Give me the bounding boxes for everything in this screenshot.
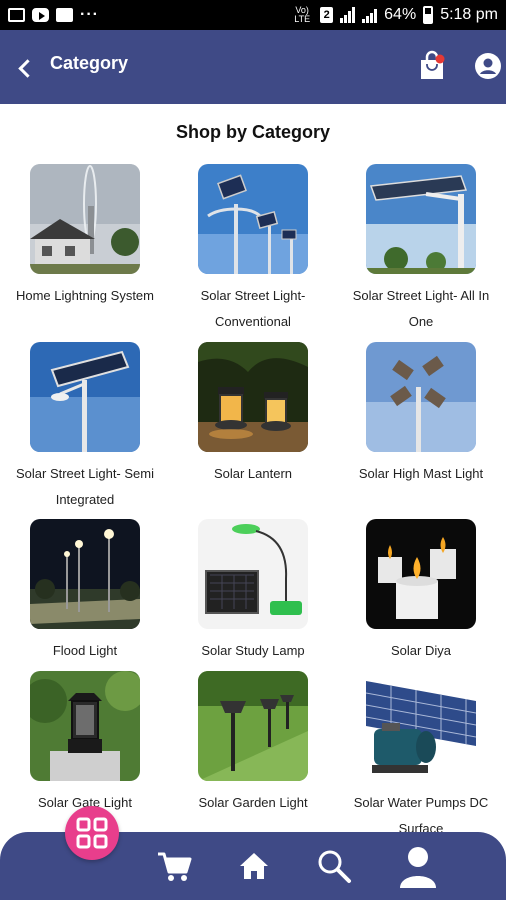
- category-tile-street-light-semi-integrated[interactable]: Solar Street Light- Semi Integrated: [1, 342, 169, 513]
- all-in-one-street-light-icon: [366, 164, 476, 274]
- account-icon[interactable]: [396, 844, 440, 890]
- category-tile-home-lightning[interactable]: Home Lightning System: [1, 164, 169, 309]
- category-tile-high-mast-light[interactable]: Solar High Mast Light: [337, 342, 505, 487]
- category-tile-water-pumps[interactable]: Solar Water Pumps DC Surface: [337, 671, 505, 842]
- lightning-rod-house-icon: [30, 164, 140, 274]
- gate-light-icon: [30, 671, 140, 781]
- flood-light-icon: [30, 519, 140, 629]
- category-tile-solar-diya[interactable]: Solar Diya: [337, 519, 505, 664]
- status-bar: ··· Vo) LTE 2 64% 5:18 pm: [0, 0, 506, 30]
- category-tile-street-light-all-in-one[interactable]: Solar Street Light- All In One: [337, 164, 505, 335]
- category-tile-solar-lantern[interactable]: Solar Lantern: [169, 342, 337, 487]
- clock: 5:18 pm: [440, 6, 498, 23]
- garden-light-icon: [198, 671, 308, 781]
- signal-icon-2: [362, 7, 378, 23]
- study-lamp-icon: [198, 519, 308, 629]
- page-title: Category: [50, 53, 129, 73]
- gallery-icon: [8, 8, 25, 22]
- home-icon[interactable]: [234, 846, 274, 886]
- network-label: Vo) LTE: [294, 5, 311, 24]
- battery-percent: 64%: [384, 6, 417, 23]
- water-pump-icon: [366, 671, 476, 781]
- solar-lantern-icon: [198, 342, 308, 452]
- category-label: Solar Lantern: [213, 466, 293, 481]
- search-icon[interactable]: [314, 846, 354, 886]
- section-title: Shop by Category: [175, 122, 331, 142]
- category-tile-study-lamp[interactable]: Solar Study Lamp: [169, 519, 337, 664]
- solar-diya-icon: [366, 519, 476, 629]
- grid-menu-icon: [76, 817, 108, 849]
- category-label: Solar Diya: [391, 643, 451, 658]
- sim-slot: 2: [320, 7, 334, 23]
- app-bar: Category: [0, 30, 506, 104]
- category-tile-garden-light[interactable]: Solar Garden Light: [169, 671, 337, 816]
- category-label: Solar Street Light- All In One: [352, 288, 490, 329]
- message-icon: [56, 8, 73, 22]
- category-tile-gate-light[interactable]: Solar Gate Light: [1, 671, 169, 816]
- account-circle-icon[interactable]: [474, 52, 502, 80]
- high-mast-light-icon: [366, 342, 476, 452]
- category-label: Solar High Mast Light: [358, 466, 484, 481]
- battery-icon: [423, 6, 434, 24]
- shopping-bag-icon[interactable]: [418, 50, 446, 82]
- category-label: Flood Light: [52, 643, 118, 658]
- category-label: Solar Street Light- Semi Integrated: [15, 466, 154, 507]
- category-tile-flood-light[interactable]: Flood Light: [1, 519, 169, 664]
- youtube-icon: [32, 8, 49, 22]
- signal-icon: [340, 7, 356, 23]
- cart-icon[interactable]: [154, 846, 194, 886]
- category-label: Solar Study Lamp: [201, 643, 305, 658]
- category-label: Home Lightning System: [15, 288, 154, 303]
- solar-street-light-icon: [198, 164, 308, 274]
- category-label: Solar Garden Light: [198, 795, 308, 810]
- more-notifications-icon: ···: [80, 6, 99, 23]
- grid-menu-button[interactable]: [65, 806, 119, 860]
- category-label: Solar Street Light- Conventional: [200, 288, 306, 329]
- back-button[interactable]: [14, 54, 38, 82]
- semi-integrated-street-light-icon: [30, 342, 140, 452]
- category-tile-street-light-conventional[interactable]: Solar Street Light- Conventional: [169, 164, 337, 335]
